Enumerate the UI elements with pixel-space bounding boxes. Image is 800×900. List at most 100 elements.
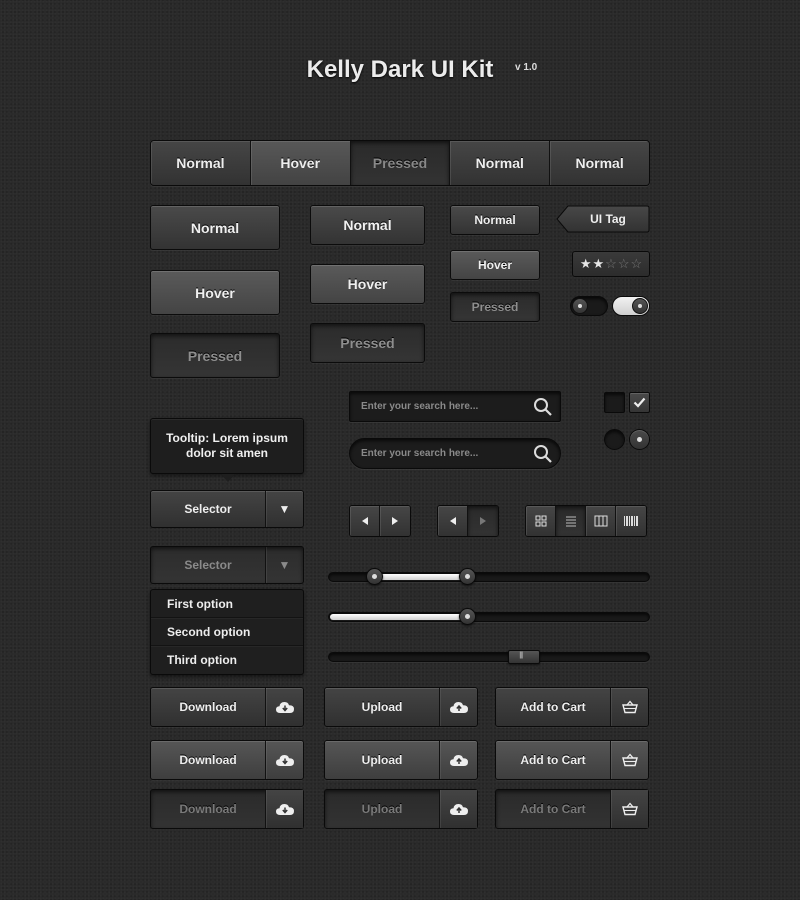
segment-2-hover[interactable]: Hover xyxy=(250,141,351,185)
checkbox-unchecked[interactable] xyxy=(604,392,625,413)
selector-label: Selector xyxy=(184,558,232,572)
add-to-cart-button-pressed[interactable]: Add to Cart xyxy=(495,789,649,829)
medium-button-pressed[interactable]: Pressed xyxy=(310,323,425,363)
prev-arrow-icon[interactable] xyxy=(350,506,380,536)
prev-arrow-icon[interactable] xyxy=(438,506,468,536)
page-title: Kelly Dark UI Kit xyxy=(306,56,494,83)
add-to-cart-label: Add to Cart xyxy=(520,802,586,816)
view-mode-group xyxy=(525,505,647,537)
barcode-view-icon[interactable] xyxy=(616,506,646,536)
star-full-icon[interactable]: ★ xyxy=(593,256,605,272)
value-slider-handle[interactable] xyxy=(458,608,476,625)
upload-button-hover[interactable]: Upload xyxy=(324,740,478,780)
cloud-download-icon xyxy=(265,688,303,726)
add-to-cart-label: Add to Cart xyxy=(520,700,586,714)
toggle-knob xyxy=(572,298,588,314)
version-label: v 1.0 xyxy=(515,62,538,73)
selector-dropdown-open[interactable]: Selector ▼ xyxy=(150,546,304,584)
segment-3-pressed[interactable]: Pressed xyxy=(350,141,451,185)
cloud-upload-icon xyxy=(439,688,477,726)
toggle-switch-on[interactable] xyxy=(612,296,650,316)
dropdown-menu: First option Second option Third option xyxy=(150,589,304,675)
segment-4[interactable]: Normal xyxy=(450,141,551,185)
download-button[interactable]: Download xyxy=(150,687,304,727)
search-input[interactable] xyxy=(350,448,526,459)
basket-icon xyxy=(610,688,648,726)
upload-label: Upload xyxy=(361,700,403,714)
ui-tag-label: UI Tag xyxy=(590,212,626,226)
upload-label: Upload xyxy=(361,802,403,816)
search-box-round xyxy=(349,438,561,469)
toggle-switch-off[interactable] xyxy=(570,296,608,316)
value-slider[interactable] xyxy=(328,608,650,625)
columns-view-icon[interactable] xyxy=(586,506,616,536)
caret-down-icon: ▼ xyxy=(265,491,303,527)
small-button-hover[interactable]: Hover xyxy=(450,250,540,280)
download-button-pressed[interactable]: Download xyxy=(150,789,304,829)
list-view-icon[interactable] xyxy=(556,506,586,536)
scroll-slider[interactable] xyxy=(328,650,650,664)
basket-icon xyxy=(610,790,648,828)
small-button-pressed[interactable]: Pressed xyxy=(450,292,540,322)
grid-view-icon[interactable] xyxy=(526,506,556,536)
dropdown-option[interactable]: Third option xyxy=(151,646,303,674)
range-slider-fill xyxy=(373,574,467,580)
checkmark-icon xyxy=(633,397,646,408)
search-input[interactable] xyxy=(350,401,526,412)
download-label: Download xyxy=(179,802,237,816)
range-slider-handle-high[interactable] xyxy=(458,568,476,585)
star-empty-icon[interactable]: ☆ xyxy=(605,256,617,272)
tooltip-text: Tooltip: Lorem ipsum dolor sit amen xyxy=(166,431,288,460)
star-full-icon[interactable]: ★ xyxy=(580,256,592,272)
download-label: Download xyxy=(179,700,237,714)
next-arrow-icon[interactable] xyxy=(380,506,410,536)
small-button-normal[interactable]: Normal xyxy=(450,205,540,235)
large-button-hover[interactable]: Hover xyxy=(150,270,280,315)
scroll-slider-handle[interactable] xyxy=(508,650,541,664)
pager-group-pressed xyxy=(437,505,499,537)
cloud-download-icon xyxy=(265,741,303,779)
download-button-hover[interactable]: Download xyxy=(150,740,304,780)
dropdown-option[interactable]: First option xyxy=(151,590,303,618)
tooltip-arrow xyxy=(221,474,235,482)
add-to-cart-button-hover[interactable]: Add to Cart xyxy=(495,740,649,780)
value-slider-fill xyxy=(330,614,468,620)
add-to-cart-label: Add to Cart xyxy=(520,753,586,767)
medium-button-hover[interactable]: Hover xyxy=(310,264,425,304)
toggle-knob xyxy=(632,298,648,314)
cloud-download-icon xyxy=(265,790,303,828)
search-icon[interactable] xyxy=(526,392,560,421)
search-icon[interactable] xyxy=(526,439,560,468)
medium-button-normal[interactable]: Normal xyxy=(310,205,425,245)
radio-checked[interactable] xyxy=(629,429,650,450)
selector-dropdown[interactable]: Selector ▼ xyxy=(150,490,304,528)
range-slider[interactable] xyxy=(328,568,650,585)
upload-label: Upload xyxy=(361,753,403,767)
segmented-control: Normal Hover Pressed Normal Normal xyxy=(150,140,650,186)
cloud-upload-icon xyxy=(439,790,477,828)
segment-5[interactable]: Normal xyxy=(550,141,649,185)
basket-icon xyxy=(610,741,648,779)
upload-button-pressed[interactable]: Upload xyxy=(324,789,478,829)
large-button-pressed[interactable]: Pressed xyxy=(150,333,280,378)
add-to-cart-button[interactable]: Add to Cart xyxy=(495,687,649,727)
ui-tag[interactable]: UI Tag xyxy=(556,205,650,233)
search-box-square xyxy=(349,391,561,422)
dropdown-option[interactable]: Second option xyxy=(151,618,303,646)
pager-group-normal xyxy=(349,505,411,537)
large-button-normal[interactable]: Normal xyxy=(150,205,280,250)
next-arrow-icon[interactable] xyxy=(468,506,498,536)
tooltip: Tooltip: Lorem ipsum dolor sit amen xyxy=(150,418,304,474)
star-empty-icon[interactable]: ☆ xyxy=(630,256,642,272)
segment-1[interactable]: Normal xyxy=(151,141,251,185)
star-rating[interactable]: ★ ★ ☆ ☆ ☆ xyxy=(572,251,650,277)
download-label: Download xyxy=(179,753,237,767)
star-empty-icon[interactable]: ☆ xyxy=(618,256,630,272)
selector-label: Selector xyxy=(184,502,232,516)
cloud-upload-icon xyxy=(439,741,477,779)
range-slider-handle-low[interactable] xyxy=(365,568,383,585)
upload-button[interactable]: Upload xyxy=(324,687,478,727)
checkbox-checked[interactable] xyxy=(629,392,650,413)
caret-down-icon: ▼ xyxy=(265,547,303,583)
radio-unchecked[interactable] xyxy=(604,429,625,450)
